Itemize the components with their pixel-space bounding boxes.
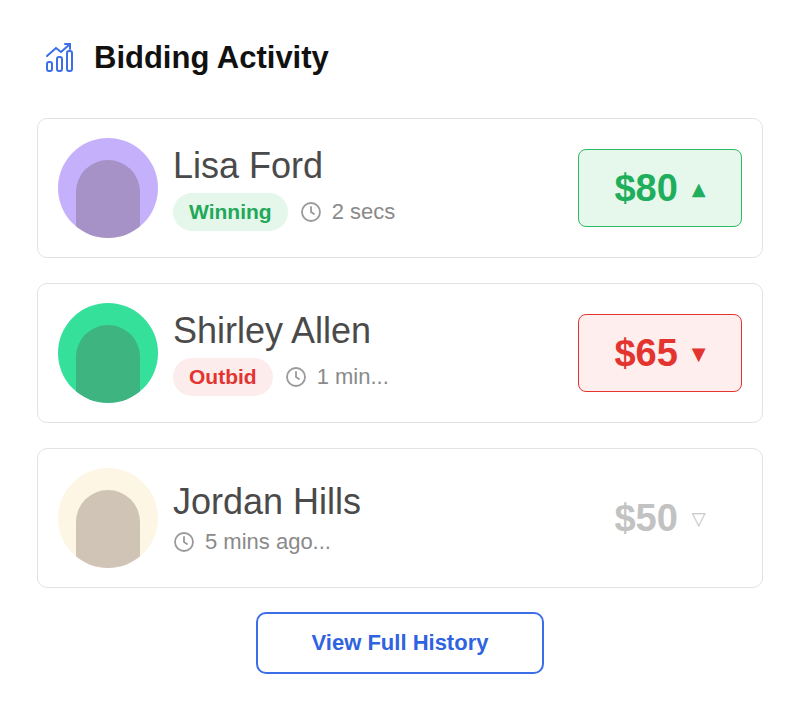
bid-info: Lisa Ford Winning 2 secs bbox=[173, 145, 578, 231]
avatar-photo bbox=[76, 325, 140, 403]
bid-meta: Outbid 1 min... bbox=[173, 358, 578, 396]
clock-icon bbox=[300, 201, 322, 223]
bid-amount: $50 ▽ bbox=[578, 479, 742, 557]
bidder-name: Shirley Allen bbox=[173, 310, 578, 352]
trend-icon: ▽ bbox=[692, 508, 706, 529]
bidding-activity-panel: Bidding Activity Lisa Ford Winning 2 secs $8… bbox=[0, 0, 800, 694]
amount-value: $65 bbox=[614, 332, 677, 375]
bid-time: 2 secs bbox=[332, 199, 396, 225]
bid-card: Jordan Hills 5 mins ago... $50 ▽ bbox=[37, 448, 763, 588]
bid-amount: $65 ▼ bbox=[578, 314, 742, 392]
footer: View Full History bbox=[37, 612, 763, 674]
view-history-button[interactable]: View Full History bbox=[256, 612, 544, 674]
chart-icon bbox=[44, 42, 76, 74]
trend-icon: ▲ bbox=[692, 178, 706, 199]
status-badge: Outbid bbox=[173, 358, 273, 396]
header: Bidding Activity bbox=[37, 38, 763, 78]
bid-time: 1 min... bbox=[317, 364, 389, 390]
title: Bidding Activity bbox=[94, 40, 329, 76]
bid-meta: 5 mins ago... bbox=[173, 529, 578, 555]
amount-value: $50 bbox=[614, 497, 677, 540]
clock-icon bbox=[173, 531, 195, 553]
avatar bbox=[58, 468, 158, 568]
bidder-name: Jordan Hills bbox=[173, 481, 578, 523]
avatar bbox=[58, 138, 158, 238]
bidder-name: Lisa Ford bbox=[173, 145, 578, 187]
status-badge: Winning bbox=[173, 193, 288, 231]
bid-amount: $80 ▲ bbox=[578, 149, 742, 227]
bid-card: Shirley Allen Outbid 1 min... $65 ▼ bbox=[37, 283, 763, 423]
bid-meta: Winning 2 secs bbox=[173, 193, 578, 231]
avatar-photo bbox=[76, 490, 140, 568]
clock-icon bbox=[285, 366, 307, 388]
bid-time: 5 mins ago... bbox=[205, 529, 331, 555]
trend-icon: ▼ bbox=[692, 343, 706, 364]
bid-card: Lisa Ford Winning 2 secs $80 ▲ bbox=[37, 118, 763, 258]
avatar bbox=[58, 303, 158, 403]
amount-value: $80 bbox=[614, 167, 677, 210]
avatar-photo bbox=[76, 160, 140, 238]
bid-list: Lisa Ford Winning 2 secs $80 ▲ Shirley Allen O… bbox=[37, 118, 763, 588]
bid-info: Shirley Allen Outbid 1 min... bbox=[173, 310, 578, 396]
bid-info: Jordan Hills 5 mins ago... bbox=[173, 481, 578, 555]
